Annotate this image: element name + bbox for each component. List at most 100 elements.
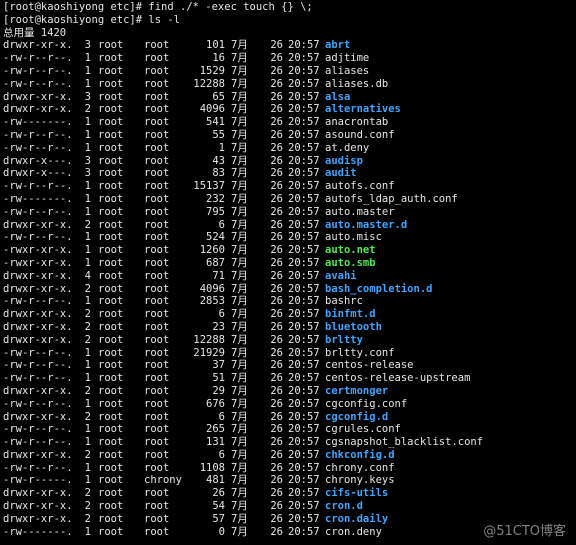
group-cell: root (144, 320, 170, 333)
size-cell: 6 (218, 410, 225, 423)
filename-cell: auto.master (325, 205, 395, 218)
time-cell: 20:57 (288, 192, 320, 205)
filename-cell: abrt (325, 39, 351, 52)
time-cell: 20:57 (288, 205, 320, 218)
day-cell: 26 (270, 128, 283, 141)
owner-cell: root (98, 64, 124, 77)
file-entry-row: -rw-r--r--. 1 root root 131 7月 26 20:57 cgsnapsh… (3, 436, 575, 449)
day-cell: 26 (270, 282, 283, 295)
link-count-cell: 2 (84, 410, 91, 423)
link-count-cell: 2 (84, 218, 91, 231)
owner-cell: root (98, 333, 124, 346)
size-cell: 21929 (193, 346, 225, 359)
group-cell: root (144, 512, 170, 525)
permissions-cell: -rwxr-xr-x. (3, 244, 73, 257)
size-cell: 6 (218, 218, 225, 231)
group-cell: root (144, 410, 170, 423)
permissions-cell: -rw-r--r--. (3, 52, 73, 65)
file-entry-row: drwxr-xr-x. 4 root root 71 7月 26 20:57 avahi (3, 270, 575, 283)
filename-cell: at.deny (325, 141, 370, 154)
filename-cell: auto.misc (325, 231, 382, 244)
day-cell: 26 (270, 372, 283, 385)
permissions-cell: -rw-r--r--. (3, 295, 73, 308)
size-cell: 4096 (199, 103, 225, 116)
time-cell: 20:57 (288, 512, 320, 525)
time-cell: 20:57 (288, 244, 320, 257)
link-count-cell: 1 (84, 397, 91, 410)
permissions-cell: drwxr-xr-x. (3, 512, 73, 525)
permissions-cell: drwxr-xr-x. (3, 487, 73, 500)
filename-cell: aliases (325, 64, 370, 77)
filename-cell: bashrc (325, 295, 363, 308)
file-entry-row: -rw-r--r--. 1 root root 676 7月 26 20:57 cgconfig… (3, 398, 575, 411)
link-count-cell: 1 (84, 52, 91, 65)
owner-cell: root (98, 384, 124, 397)
time-cell: 20:57 (288, 372, 320, 385)
group-cell: root (144, 205, 170, 218)
file-entry-row: drwxr-xr-x. 2 root root 12288 7月 26 20:57 brltty (3, 334, 575, 347)
group-cell: root (144, 333, 170, 346)
group-cell: root (144, 167, 170, 180)
size-cell: 83 (212, 167, 225, 180)
file-entry-row: drwxr-x---. 3 root root 83 7月 26 20:57 audit (3, 167, 575, 180)
owner-cell: root (98, 218, 124, 231)
day-cell: 26 (270, 512, 283, 525)
filename-cell: cgrules.conf (325, 423, 401, 436)
owner-cell: root (98, 346, 124, 359)
link-count-cell: 1 (84, 436, 91, 449)
time-cell: 20:57 (288, 141, 320, 154)
filename-cell: brltty.conf (325, 346, 395, 359)
owner-cell: root (98, 474, 124, 487)
file-entry-row: -rw-r--r--. 1 root root 55 7月 26 20:57 asound.co… (3, 129, 575, 142)
file-entry-row: drwxr-xr-x. 2 root root 54 7月 26 20:57 cron.d (3, 500, 575, 513)
month-cell: 7月 (231, 180, 248, 193)
file-entry-row: -rw-------. 1 root root 232 7月 26 20:57 autofs_l… (3, 193, 575, 206)
permissions-cell: -rw-r--r--. (3, 180, 73, 193)
file-entry-row: drwxr-xr-x. 2 root root 6 7月 26 20:57 binfmt.d (3, 308, 575, 321)
file-entry-row: drwxr-xr-x. 2 root root 6 7月 26 20:57 auto.maste… (3, 219, 575, 232)
link-count-cell: 1 (84, 295, 91, 308)
day-cell: 26 (270, 103, 283, 116)
file-entry-row: -rw-r--r--. 1 root root 795 7月 26 20:57 auto.mas… (3, 206, 575, 219)
group-cell: root (144, 52, 170, 65)
day-cell: 26 (270, 218, 283, 231)
terminal-window[interactable]: [root@kaoshiyong etc]# find ./* -exec to… (3, 1, 575, 544)
link-count-cell: 2 (84, 103, 91, 116)
group-cell: root (144, 423, 170, 436)
group-cell: chrony (144, 474, 182, 487)
file-entry-row: drwxr-x---. 3 root root 43 7月 26 20:57 audisp (3, 155, 575, 168)
permissions-cell: -rw-r--r--. (3, 205, 73, 218)
month-cell: 7月 (231, 525, 248, 538)
group-cell: root (144, 77, 170, 90)
day-cell: 26 (270, 52, 283, 65)
owner-cell: root (98, 116, 124, 129)
time-cell: 20:57 (288, 256, 320, 269)
permissions-cell: -rw-------. (3, 192, 73, 205)
month-cell: 7月 (231, 397, 248, 410)
day-cell: 26 (270, 461, 283, 474)
file-entry-row: -rw-r--r--. 1 root root 1108 7月 26 20:57 chrony.… (3, 462, 575, 475)
permissions-cell: drwxr-x---. (3, 167, 73, 180)
size-cell: 71 (212, 269, 225, 282)
filename-cell: cifs-utils (325, 487, 389, 500)
month-cell: 7月 (231, 103, 248, 116)
link-count-cell: 2 (84, 320, 91, 333)
link-count-cell: 1 (84, 423, 91, 436)
link-count-cell: 1 (84, 141, 91, 154)
permissions-cell: drwxr-xr-x. (3, 448, 73, 461)
day-cell: 26 (270, 77, 283, 90)
size-cell: 29 (212, 384, 225, 397)
group-cell: root (144, 244, 170, 257)
filename-cell: cgconfig.conf (325, 397, 408, 410)
month-cell: 7月 (231, 167, 248, 180)
filename-cell: asound.conf (325, 128, 395, 141)
filename-cell: chrony.keys (325, 474, 395, 487)
size-cell: 101 (206, 39, 225, 52)
file-entry-row: -rw-r-----. 1 root chrony 481 7月 26 20:57 chrony… (3, 474, 575, 487)
permissions-cell: -rw-------. (3, 525, 73, 538)
time-cell: 20:57 (288, 154, 320, 167)
filename-cell: audisp (325, 154, 363, 167)
time-cell: 20:57 (288, 308, 320, 321)
day-cell: 26 (270, 346, 283, 359)
total-line: 总用量 1420 (3, 26, 67, 39)
